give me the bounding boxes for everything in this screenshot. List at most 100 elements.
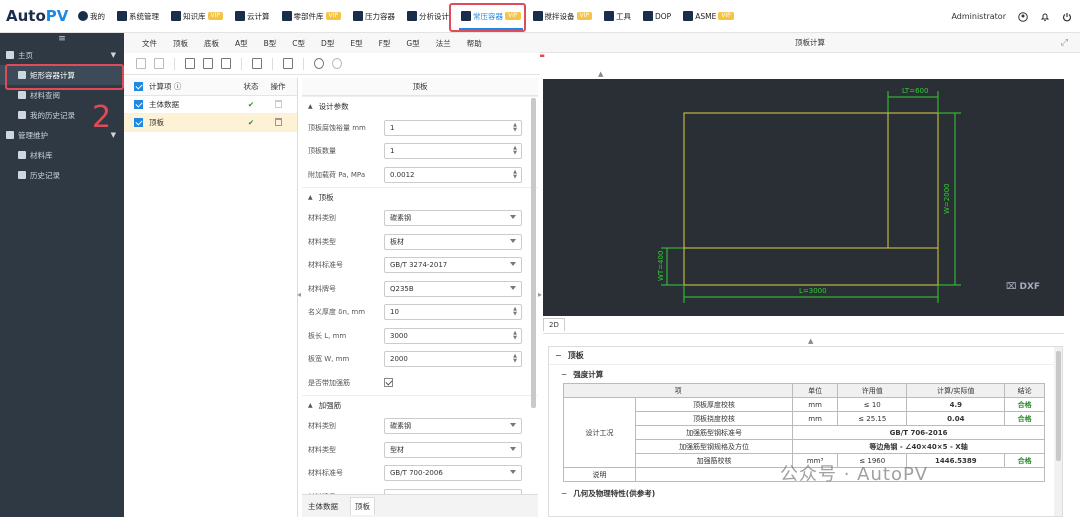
nav-item-0[interactable]: 我的 — [72, 0, 111, 33]
menu-item-9[interactable]: G型 — [398, 38, 427, 49]
chevron-down-icon: ▼ — [110, 131, 116, 139]
field-label: 是否带加强筋 — [308, 378, 350, 387]
spinner-icon[interactable]: ▲ ▼ — [513, 354, 517, 364]
strength-calc-title[interactable]: − 强度计算 — [549, 365, 1062, 383]
results-section-title[interactable]: − 顶板 — [549, 347, 1062, 365]
app-logo[interactable]: AutoPV — [0, 7, 72, 25]
spinner-icon[interactable]: ▲ ▼ — [513, 330, 517, 341]
save-icon[interactable] — [185, 58, 195, 69]
select-field[interactable]: GB/T 700-2006 — [384, 465, 522, 482]
section-rib[interactable]: ▲ 加强筋 — [302, 394, 538, 415]
results-scrollbar[interactable] — [1054, 347, 1062, 516]
menu-item-5[interactable]: C型 — [284, 38, 313, 49]
cad-drawing[interactable]: LT=600 W=2000 WT=400 L=3000 — [543, 79, 1064, 316]
select-field[interactable]: GB/T 3274-2017 — [384, 257, 522, 274]
spinner-icon[interactable]: ▲ ▼ — [513, 146, 517, 156]
spinner-icon[interactable]: ▲ ▼ — [513, 169, 517, 180]
menu-item-7[interactable]: E型 — [342, 38, 370, 49]
select-field[interactable]: 碳素钢 — [384, 210, 522, 227]
nav-item-2[interactable]: 知识库 VIP — [165, 0, 229, 33]
list-item[interactable]: 主体数据 ✔ — [124, 96, 297, 114]
open-folder-icon[interactable] — [154, 58, 164, 69]
sidebar-item-5[interactable]: 材料库 — [0, 145, 124, 165]
menu-item-10[interactable]: 法兰 — [428, 38, 459, 49]
trash-icon[interactable] — [274, 99, 282, 108]
power-icon[interactable] — [1062, 12, 1072, 22]
note-cell: 说明 — [563, 467, 636, 482]
menu-item-3[interactable]: A型 — [227, 38, 256, 49]
new-file-icon[interactable] — [136, 58, 146, 69]
tab-top-plate[interactable]: 顶板 — [350, 497, 375, 515]
row-checkbox[interactable] — [134, 100, 143, 109]
vip-badge: VIP — [718, 12, 734, 20]
spinner-icon[interactable]: ▲ ▼ — [513, 307, 517, 317]
dim-lt: LT=600 — [902, 87, 928, 95]
nav-item-9[interactable]: 工具 — [598, 0, 637, 33]
nav-item-1[interactable]: 系统管理 — [111, 0, 165, 33]
select-field[interactable]: Q235B — [384, 280, 522, 297]
menu-item-0[interactable]: 文件 — [134, 38, 165, 49]
number-field[interactable]: 1 ▲ ▼ — [384, 143, 522, 160]
menu-item-1[interactable]: 顶板 — [165, 38, 196, 49]
row-checkbox[interactable] — [134, 118, 143, 127]
dimension-lines — [661, 91, 961, 303]
spinner-icon[interactable]: ▲ ▼ — [513, 122, 517, 133]
expand-icon[interactable]: ⤢ — [1061, 38, 1068, 48]
menu-item-4[interactable]: B型 — [256, 38, 285, 49]
field-value: 0.0012 — [390, 170, 415, 179]
menu-item-8[interactable]: F型 — [371, 38, 399, 49]
nav-item-3[interactable]: 云计算 — [229, 0, 276, 33]
tab-main-data[interactable]: 主体数据 — [308, 501, 338, 512]
nav-item-8[interactable]: 搅拌设备 VIP — [527, 0, 599, 33]
number-field[interactable]: 2000 ▲ ▼ — [384, 351, 522, 368]
edit-icon[interactable] — [203, 58, 213, 69]
user-circle-icon[interactable] — [1018, 11, 1028, 22]
sidebar-item-0[interactable]: 主页 ▼ — [0, 45, 124, 65]
bell-icon[interactable] — [1040, 12, 1050, 22]
nav-item-11[interactable]: ASME VIP — [677, 0, 740, 33]
collapse-handle-icon[interactable]: ▲ — [808, 337, 813, 345]
export-icon[interactable] — [221, 58, 231, 69]
trash-icon[interactable] — [274, 117, 282, 126]
number-field[interactable]: 1 ▲ ▼ — [384, 119, 522, 136]
select-field[interactable]: 型材 — [384, 441, 522, 458]
select-all-checkbox[interactable] — [134, 82, 143, 91]
form-row: 材料类型 板材 — [302, 230, 538, 254]
rib-checkbox[interactable] — [384, 378, 393, 388]
section-design[interactable]: ▲ 设计参数 — [302, 96, 538, 116]
number-field[interactable]: 10 ▲ ▼ — [384, 304, 522, 321]
geometry-title[interactable]: − 几何及物理特性(供参考) — [549, 484, 1062, 502]
username[interactable]: Administrator — [951, 12, 1006, 21]
dxf-export-button[interactable]: ⌧ DXF — [1006, 282, 1040, 292]
group-cell: 设计工况 — [563, 397, 636, 468]
select-field[interactable]: 碳素钢 — [384, 418, 522, 435]
tab-2d[interactable]: 2D — [543, 318, 565, 331]
nav-item-6[interactable]: 分析设计 — [401, 0, 455, 33]
document-icon[interactable] — [252, 58, 262, 69]
sidebar-collapse-icon[interactable]: ≡ — [0, 33, 124, 45]
nav-item-10[interactable]: DOP — [637, 0, 677, 33]
form-row: 材料类别 碳素钢 — [302, 207, 538, 231]
panel-title: 顶板计算 — [540, 33, 1080, 53]
upload-icon[interactable] — [314, 58, 324, 69]
collapse-up-icon[interactable]: ▲ — [598, 70, 603, 78]
section-plate[interactable]: ▲ 顶板 — [302, 186, 538, 207]
vip-badge: VIP — [576, 12, 592, 20]
form-scrollbar[interactable] — [531, 98, 536, 408]
menu-item-6[interactable]: D型 — [313, 38, 342, 49]
list-view-icon[interactable] — [283, 58, 293, 69]
menu-item-11[interactable]: 帮助 — [459, 38, 490, 49]
sidebar-item-label: 主页 — [18, 50, 33, 60]
sidebar-item-6[interactable]: 历史记录 — [0, 165, 124, 185]
tools-icon — [407, 11, 417, 21]
list-item[interactable]: 顶板 ✔ — [124, 114, 297, 132]
user-area: Administrator — [951, 0, 1072, 33]
cloud-upload-icon[interactable] — [332, 58, 342, 69]
sidebar-item-label: 我的历史记录 — [30, 110, 75, 120]
number-field[interactable]: 0.0012 ▲ ▼ — [384, 166, 522, 183]
number-field[interactable]: 3000 ▲ ▼ — [384, 327, 522, 344]
nav-item-4[interactable]: 零部件库 VIP — [276, 0, 348, 33]
nav-item-5[interactable]: 压力容器 — [347, 0, 401, 33]
menu-item-2[interactable]: 底板 — [196, 38, 227, 49]
select-field[interactable]: 板材 — [384, 233, 522, 250]
